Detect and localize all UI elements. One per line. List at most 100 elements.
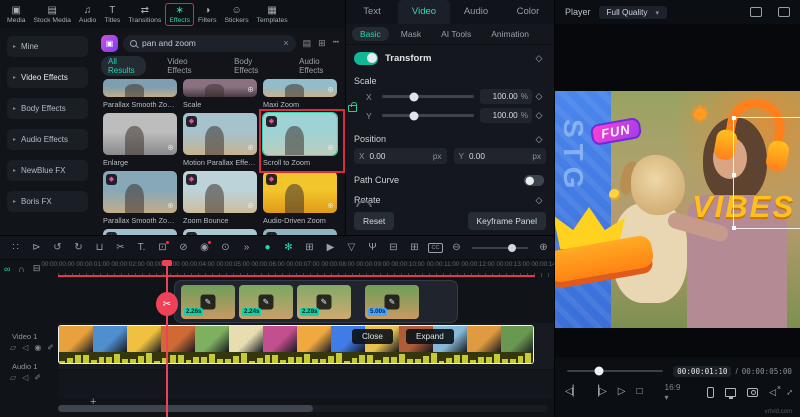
effect-card[interactable]: ◆ ⊕ Scroll to Zoom — [262, 112, 338, 167]
subtab-mask[interactable]: Mask — [393, 27, 429, 41]
video-preview[interactable]: STG FUN VIBES — [555, 91, 800, 328]
external-display-icon[interactable] — [724, 387, 736, 399]
quality-dropdown[interactable]: Full Quality ▾ — [598, 5, 667, 19]
text-tool-icon[interactable]: T. — [131, 242, 152, 253]
effect-clip[interactable]: ✎ 2.24s — [239, 285, 293, 319]
tab-color[interactable]: Color — [502, 0, 554, 24]
track-folder-icon[interactable]: ▱ — [10, 373, 16, 382]
layout-grid-icon[interactable]: ∷ — [5, 242, 26, 253]
mute-icon[interactable]: ◁ × — [769, 385, 781, 398]
effect-card[interactable]: ◆ ⊕ Motion Parallax Effect In — [183, 113, 257, 167]
tab-audio[interactable]: Audio — [450, 0, 502, 24]
grid-view-icon[interactable] — [750, 7, 762, 17]
toolbar-item-effects[interactable]: ∗ Effects — [165, 2, 194, 26]
effects-tab-all-results[interactable]: All Results — [101, 55, 147, 76]
scale-x-slider[interactable] — [382, 92, 474, 101]
effect-thumbnail[interactable]: ◆ ⊕ — [263, 171, 337, 213]
ai-effects-icon[interactable]: ✻ — [278, 242, 299, 253]
effect-thumbnail[interactable]: ◆ ⊕ — [183, 113, 257, 155]
effect-card[interactable]: ⊕ Scale — [183, 79, 257, 109]
track-mute-icon[interactable]: ◁ — [22, 373, 28, 382]
scale-y-slider[interactable] — [382, 111, 474, 120]
timeline-zoom-slider[interactable] — [472, 243, 528, 252]
path-curve-toggle[interactable] — [523, 174, 545, 186]
download-icon[interactable]: ⊕ — [167, 144, 174, 152]
edit-pencil-icon[interactable]: ✎ — [258, 294, 274, 310]
link-icon[interactable]: ∞ — [4, 264, 10, 274]
effect-card[interactable]: Parallax Smooth Zoo... — [103, 79, 177, 109]
mask-icon[interactable]: ◉ — [194, 241, 215, 253]
download-icon[interactable]: ⊕ — [167, 202, 174, 210]
download-icon[interactable]: ⊕ — [327, 202, 334, 210]
position-keyframe-icon[interactable]: ◇ — [532, 134, 546, 145]
seek-bar[interactable] — [567, 366, 664, 376]
delete-icon[interactable]: ⊔ — [89, 242, 110, 253]
playhead-scissors-icon[interactable]: ✂ — [156, 292, 178, 316]
audio-mixer-icon[interactable]: ⊟ — [383, 242, 404, 253]
effects-tab-video-effects[interactable]: Video Effects — [160, 56, 213, 76]
more-tools-icon[interactable]: » — [236, 242, 257, 253]
keyframe-panel-button[interactable]: Keyframe Panel — [467, 212, 546, 230]
timeline-zoom-in-icon[interactable]: ⊕ — [533, 242, 554, 253]
effects-tab-audio-effects[interactable]: Audio Effects — [292, 56, 345, 76]
effects-tab-body-effects[interactable]: Body Effects — [227, 56, 278, 76]
scale-x-keyframe-icon[interactable]: ◇ — [532, 91, 546, 102]
transform-toggle[interactable] — [354, 51, 378, 65]
expand-button[interactable]: Expand — [406, 329, 454, 344]
toolbar-item-transitions[interactable]: ⇄ Transitions — [124, 3, 165, 26]
play-clip-icon[interactable]: ▶ — [320, 242, 341, 253]
video-clip[interactable] — [58, 325, 534, 364]
screen-record-icon[interactable]: ⊞ — [404, 242, 425, 253]
effect-clip[interactable]: ✎ 2.26s — [181, 285, 235, 319]
split-icon[interactable]: ✂ — [110, 242, 131, 253]
subtab-basic[interactable]: Basic — [352, 27, 389, 41]
horizontal-scrollbar[interactable] — [58, 405, 548, 412]
edit-pencil-icon[interactable]: ✎ — [316, 294, 332, 310]
effect-clip-group[interactable]: ✎ 2.26s ✎ 2.24s ✎ 2.28s ✎ 5.00s — [174, 280, 458, 323]
track-visibility-icon[interactable]: ◉ — [34, 343, 41, 352]
sidebar-item-video-effects[interactable]: ▸ Video Effects — [7, 67, 88, 88]
effect-thumbnail[interactable] — [103, 79, 177, 97]
edit-pencil-icon[interactable]: ✎ — [384, 294, 400, 310]
effect-card[interactable]: ◆ ⊕ Audio-Driven Zoom — [263, 171, 337, 225]
subtab-animation[interactable]: Animation — [483, 27, 537, 41]
zoom-slider-knob[interactable] — [508, 243, 517, 252]
transform-selection-box[interactable] — [732, 116, 800, 230]
clear-search-icon[interactable]: × — [283, 38, 288, 48]
ai-copilot-icon[interactable]: ● — [257, 242, 278, 253]
toolbar-item-media[interactable]: ▣ Media — [3, 3, 30, 26]
effect-clip[interactable]: ✎ 2.28s — [297, 285, 351, 319]
undo-icon[interactable]: ↺ — [47, 242, 68, 253]
effect-thumbnail[interactable]: ⊕ — [183, 79, 257, 97]
select-tool-icon[interactable]: ⊳ — [26, 242, 47, 253]
more-menu-icon[interactable]: ••• — [333, 40, 339, 46]
next-frame-button[interactable]: ▕▷ — [591, 386, 606, 398]
effect-thumbnail[interactable]: ◆ ⊕ — [183, 171, 257, 213]
scale-x-value[interactable]: 100.00% — [480, 89, 532, 104]
crop-icon[interactable]: ⊡ — [152, 241, 173, 253]
effect-thumbnail[interactable]: ⊕ — [263, 79, 337, 97]
split-view-icon[interactable]: ⊟ — [33, 263, 41, 274]
fullscreen-icon[interactable]: ↕ — [784, 386, 795, 397]
sidebar-item-mine[interactable]: ▸ Mine — [7, 36, 88, 57]
effect-card[interactable]: ⊕ Maxi Zoom — [263, 79, 337, 109]
stop-button[interactable]: □ — [636, 386, 642, 398]
effect-card[interactable]: ◆ ⊕ Parallax Smooth Zoo... — [103, 171, 177, 225]
toolbar-item-audio[interactable]: ♫ Audio — [75, 3, 100, 26]
magnet-icon[interactable]: ∩ — [18, 264, 24, 274]
effect-clip[interactable]: ✎ 5.00s — [365, 285, 419, 319]
ai-search-icon[interactable]: ▤ — [303, 38, 312, 49]
track-mute-icon[interactable]: ◁ — [22, 343, 28, 352]
scale-y-keyframe-icon[interactable]: ◇ — [532, 110, 546, 121]
download-icon[interactable]: ⊕ — [247, 202, 254, 210]
snapshot-icon[interactable] — [746, 387, 759, 397]
download-icon[interactable]: ⊕ — [247, 144, 254, 152]
subtab-ai-tools[interactable]: AI Tools — [433, 27, 479, 41]
ai-effects-badge-icon[interactable]: ▣ — [101, 34, 118, 52]
sidebar-item-audio-effects[interactable]: ▸ Audio Effects — [7, 129, 88, 150]
playhead-top[interactable] — [162, 260, 172, 266]
play-button[interactable]: ▷ — [618, 386, 626, 398]
toolbar-item-stock-media[interactable]: ▤ Stock Media — [30, 3, 75, 26]
playhead[interactable] — [166, 260, 168, 417]
redo-icon[interactable]: ↻ — [68, 242, 89, 253]
